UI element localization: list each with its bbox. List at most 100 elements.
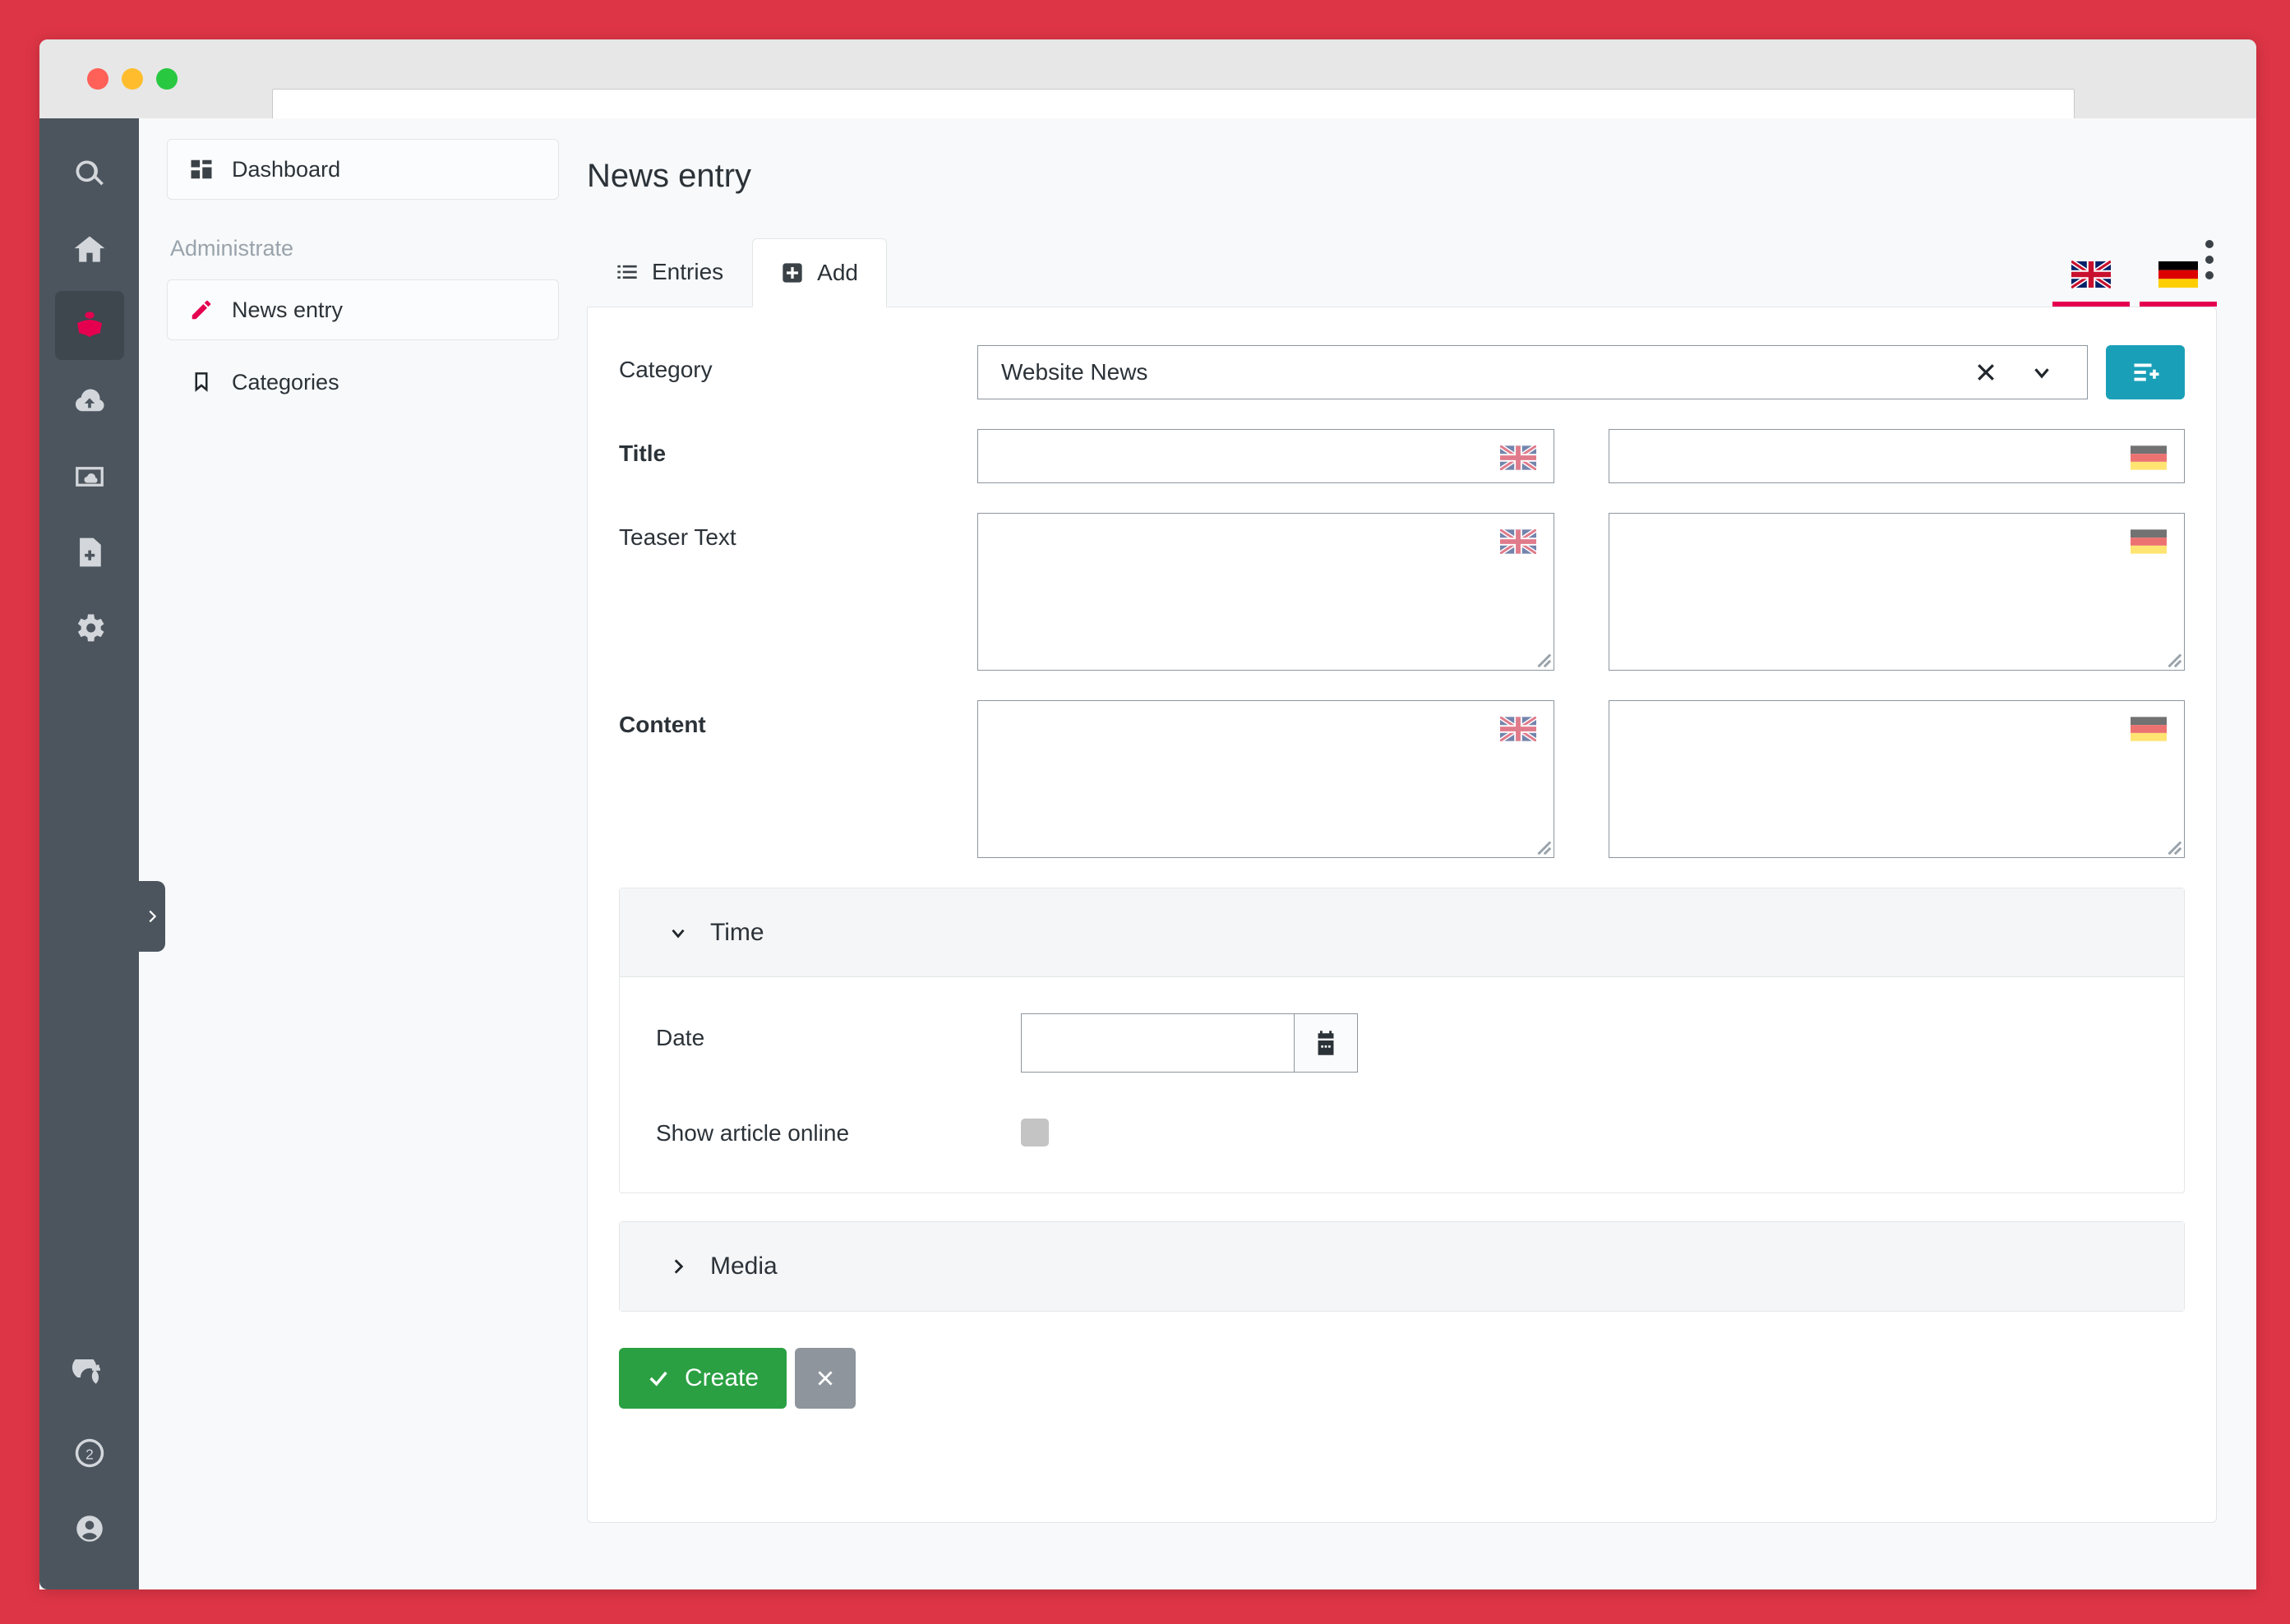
- panel-time-header[interactable]: Time: [620, 888, 2184, 977]
- list-icon: [616, 261, 639, 284]
- sidebar-item-label: News entry: [232, 297, 344, 322]
- chevron-right-icon: [674, 1259, 684, 1274]
- content-textarea-en[interactable]: [977, 700, 1554, 858]
- title-input-de[interactable]: [1608, 429, 2185, 483]
- nav-sidebar: Dashboard Administrate News entry Catego…: [139, 118, 587, 1589]
- form-row-teaser-text: Teaser Text: [588, 513, 2216, 671]
- field-label-teaser-text: Teaser Text: [619, 524, 736, 550]
- dashboard-grid-icon: [191, 159, 212, 179]
- bookmark-icon: [195, 372, 208, 392]
- teaser-field-group: [977, 513, 2185, 671]
- refresh-icon: [72, 1359, 100, 1384]
- rail-top-group: [54, 118, 124, 669]
- sidebar-collapse-handle[interactable]: [139, 881, 165, 952]
- check-icon: [649, 1371, 667, 1386]
- category-select[interactable]: Website News: [977, 345, 2088, 399]
- category-clear-button[interactable]: [1962, 346, 2010, 399]
- chevron-down-icon: [2034, 368, 2049, 379]
- page-title: News entry: [587, 158, 752, 194]
- teaser-textarea-de[interactable]: [1608, 513, 2185, 671]
- title-de-wrap: [1608, 429, 2185, 483]
- form-row-show-online: Show article online: [620, 1109, 2184, 1146]
- tab-add[interactable]: Add: [752, 238, 887, 307]
- chevron-right-icon: [149, 910, 157, 923]
- rail-item-notifications[interactable]: 2: [55, 1419, 124, 1488]
- date-picker-button[interactable]: [1294, 1013, 1358, 1073]
- field-label-title: Title: [619, 441, 667, 466]
- teaser-textarea-en[interactable]: [977, 513, 1554, 671]
- maximize-window-button[interactable]: [156, 68, 178, 90]
- chevron-down-icon: [672, 929, 685, 938]
- svg-text:2: 2: [85, 1446, 94, 1462]
- create-button[interactable]: Create: [619, 1348, 787, 1409]
- rail-item-news[interactable]: [54, 291, 124, 360]
- content-field-group: [977, 700, 2185, 858]
- teaser-de-wrap: [1608, 513, 2185, 671]
- minimize-window-button[interactable]: [122, 68, 143, 90]
- category-dropdown-toggle[interactable]: [2018, 346, 2066, 399]
- sidebar-section-label: Administrate: [170, 236, 294, 261]
- form-card: Category Website News Title Teaser Text …: [587, 307, 2217, 1523]
- form-row-category: Category Website News: [588, 345, 2216, 399]
- rail-item-search[interactable]: [55, 140, 124, 209]
- rail-item-account[interactable]: [55, 1494, 124, 1563]
- window-controls: [87, 68, 178, 90]
- sidebar-item-news-entry[interactable]: News entry: [167, 279, 559, 340]
- form-row-date: Date: [620, 1013, 2184, 1073]
- search-icon: [76, 160, 104, 186]
- form-actions: Create: [588, 1340, 2216, 1409]
- pencil-icon: [192, 300, 211, 320]
- image-cloud-icon: [75, 467, 104, 487]
- german-flag-icon: [2158, 261, 2198, 288]
- rail-item-upload[interactable]: [55, 367, 124, 436]
- sidebar-item-label: Dashboard: [232, 156, 341, 182]
- language-tab-german[interactable]: [2140, 247, 2217, 307]
- title-input-en[interactable]: [977, 429, 1554, 483]
- add-category-button[interactable]: [2106, 345, 2185, 399]
- language-tabs: [2052, 247, 2217, 307]
- tab-entries[interactable]: Entries: [587, 238, 752, 307]
- field-label-date: Date: [656, 1025, 705, 1050]
- file-plus-icon: [79, 537, 101, 567]
- circle-two-icon: 2: [75, 1438, 104, 1468]
- tab-label: Add: [817, 260, 858, 285]
- date-field-group: [1021, 1013, 1358, 1073]
- content-en-wrap: [977, 700, 1554, 858]
- date-input[interactable]: [1021, 1013, 1294, 1073]
- close-x-icon: [818, 1371, 833, 1386]
- content-textarea-de[interactable]: [1608, 700, 2185, 858]
- rail-item-refresh[interactable]: [55, 1343, 124, 1412]
- show-article-online-checkbox[interactable]: [1021, 1119, 1049, 1146]
- sidebar-item-categories[interactable]: Categories: [167, 352, 559, 413]
- uk-flag-icon: [2071, 261, 2111, 288]
- language-tab-english[interactable]: [2052, 247, 2130, 307]
- rail-item-settings[interactable]: [55, 593, 124, 662]
- teaser-en-wrap: [977, 513, 1554, 671]
- open-book-icon: [76, 311, 102, 338]
- icon-rail: 2: [39, 118, 165, 1589]
- form-row-title: Title: [588, 429, 2216, 483]
- cancel-button[interactable]: [795, 1348, 856, 1409]
- tab-label: Entries: [652, 259, 724, 284]
- rail-bottom-group: 2: [55, 1336, 124, 1589]
- create-button-label: Create: [685, 1364, 759, 1391]
- cloud-upload-icon: [75, 389, 104, 412]
- app-body: 2 Dashboard Administrate News entry Cate…: [39, 118, 2256, 1589]
- rail-item-media[interactable]: [55, 442, 124, 511]
- browser-titlebar: [39, 39, 2256, 131]
- category-select-value: Website News: [1001, 359, 1148, 385]
- main-content: News entry Entries Add Category Website …: [587, 118, 2256, 1589]
- user-icon: [76, 1516, 103, 1542]
- title-field-group: [977, 429, 2185, 483]
- browser-window: 2 Dashboard Administrate News entry Cate…: [39, 39, 2256, 1589]
- rail-item-new-document[interactable]: [55, 518, 124, 587]
- tab-strip: Entries Add: [587, 238, 2217, 307]
- sidebar-item-dashboard[interactable]: Dashboard: [167, 139, 559, 200]
- panel-media-title: Media: [710, 1253, 778, 1280]
- panel-media: Media: [619, 1221, 2185, 1312]
- add-list-item-icon: [2134, 363, 2159, 381]
- panel-media-header[interactable]: Media: [620, 1222, 2184, 1311]
- close-window-button[interactable]: [87, 68, 108, 90]
- form-row-content: Content: [588, 700, 2216, 858]
- rail-item-home[interactable]: [55, 215, 124, 284]
